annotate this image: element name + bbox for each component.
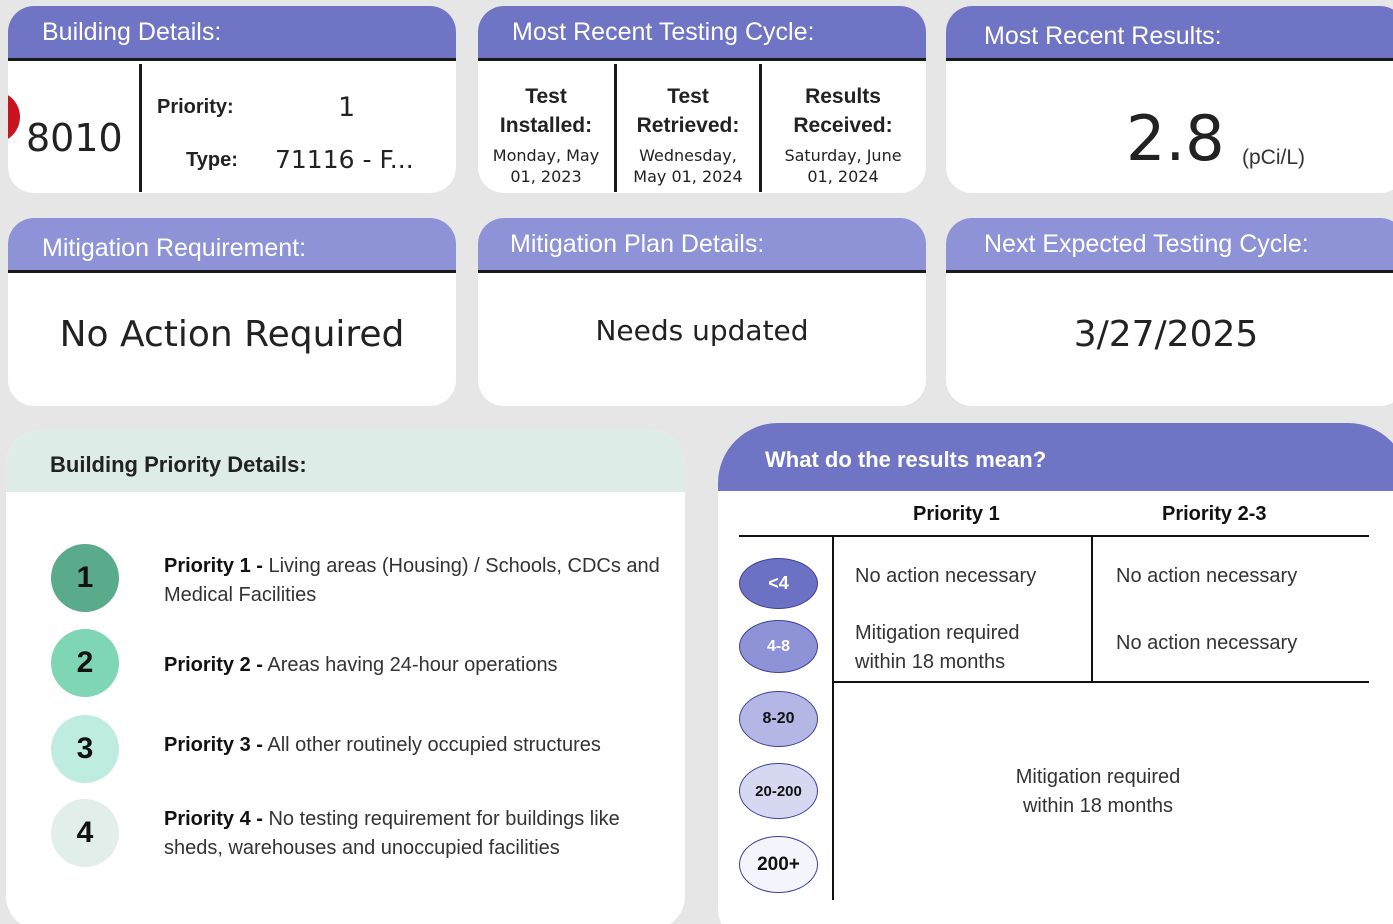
priority-4-title: Priority 4 - <box>164 808 263 830</box>
test-installed-date-line-2: 01, 2023 <box>510 167 582 186</box>
recent-results-header: Most Recent Results: <box>946 6 1393 61</box>
test-installed: Test Installed: Monday, May 01, 2023 <box>486 82 606 187</box>
range-lt4-badge: <4 <box>739 558 818 609</box>
r3-line-2: within 18 months <box>1022 795 1174 817</box>
range-8-20-label: 8-20 <box>762 710 795 727</box>
range-8-20-badge: 8-20 <box>739 691 818 747</box>
priority-2-badge: 2 <box>51 629 119 697</box>
priority-value: 1 <box>338 92 356 123</box>
range-lt4-label: <4 <box>768 573 789 593</box>
r1-priority-2-3: No action necessary <box>1116 565 1298 587</box>
priority-1-text: Priority 1 - Living areas (Housing) / Sc… <box>164 552 674 610</box>
test-installed-date: Monday, May 01, 2023 <box>486 145 606 187</box>
priority-3-desc: All other routinely occupied structures <box>267 734 601 756</box>
mitigation-requirement-card: Mitigation Requirement: No Action Requir… <box>8 218 456 406</box>
row-rule <box>833 681 1369 683</box>
r3-all-priorities: Mitigation required within 18 months <box>968 763 1228 821</box>
test-retrieved-date-line-2: May 01, 2024 <box>633 167 743 186</box>
range-20-200-badge: 20-200 <box>739 763 818 819</box>
priority-4-badge: 4 <box>51 799 119 867</box>
priority-label: Priority: <box>157 96 234 118</box>
mitigation-plan-value: Needs updated <box>595 314 809 347</box>
priority-2-text: Priority 2 - Areas having 24-hour operat… <box>164 651 674 680</box>
priority-3-badge: 3 <box>51 715 119 783</box>
r2-priority-1: Mitigation required within 18 months <box>855 619 1020 677</box>
priority-1-badge: 1 <box>51 544 119 612</box>
divider <box>139 64 142 192</box>
priority-divider <box>1091 536 1093 683</box>
results-received-label-1: Results <box>805 85 881 108</box>
range-20-200-label: 20-200 <box>755 782 802 800</box>
range-4-8-label: 4-8 <box>766 637 791 655</box>
building-details-header: Building Details: <box>8 6 456 61</box>
test-installed-label-2: Installed: <box>499 114 593 137</box>
priority-4-text: Priority 4 - No testing requirement for … <box>164 805 654 863</box>
results-received-label-2: Received: <box>793 114 893 137</box>
results-meaning-card: What do the results mean? Priority 1 Pri… <box>718 423 1393 924</box>
test-installed-date-line-1: Monday, May <box>492 146 600 165</box>
range-divider <box>832 536 834 900</box>
r3-line-1: Mitigation required <box>1015 766 1181 788</box>
mitigation-requirement-value: No Action Required <box>59 314 405 355</box>
priority-2-desc: Areas having 24-hour operations <box>267 654 558 676</box>
r2-priority-1-line-1: Mitigation required <box>855 622 1020 644</box>
type-label: Type: <box>186 149 238 171</box>
building-details-card: Building Details: 8010 Priority: 1 Type:… <box>8 6 456 193</box>
r2-priority-2-3: No action necessary <box>1116 632 1298 654</box>
next-testing-cycle-header: Next Expected Testing Cycle: <box>946 218 1393 273</box>
r1-priority-1: No action necessary <box>855 565 1037 587</box>
alert-indicator <box>8 91 20 143</box>
building-id: 8010 <box>26 116 123 160</box>
result-unit: (pCi/L) <box>1242 146 1306 169</box>
type-value: 71116 - F... <box>275 145 414 174</box>
testing-cycle-header: Most Recent Testing Cycle: <box>478 6 926 61</box>
divider <box>614 64 617 192</box>
result-value: 2.8 <box>1126 102 1225 175</box>
priority-details-header: Building Priority Details: <box>6 430 685 492</box>
results-received-date-line-1: Saturday, June <box>784 146 902 165</box>
priority-3-title: Priority 3 - <box>164 734 263 756</box>
recent-results-card: Most Recent Results: 2.8 (pCi/L) <box>946 6 1393 193</box>
next-testing-cycle-card: Next Expected Testing Cycle: 3/27/2025 <box>946 218 1393 406</box>
range-200plus-badge: 200+ <box>739 836 818 893</box>
test-retrieved: Test Retrieved: Wednesday, May 01, 2024 <box>623 82 753 187</box>
range-4-8-badge: 4-8 <box>739 620 818 673</box>
building-priority-details-card: Building Priority Details: 1 Priority 1 … <box>6 430 685 924</box>
test-retrieved-date: Wednesday, May 01, 2024 <box>623 145 753 187</box>
test-retrieved-label-1: Test <box>667 85 709 108</box>
col-priority-1: Priority 1 <box>913 503 1000 525</box>
mitigation-plan-card: Mitigation Plan Details: Needs updated <box>478 218 926 406</box>
range-200plus-label: 200+ <box>757 853 800 875</box>
mitigation-requirement-header: Mitigation Requirement: <box>8 218 456 273</box>
priority-2-title: Priority 2 - <box>164 654 263 676</box>
test-installed-label-1: Test <box>525 85 567 108</box>
divider <box>759 64 762 192</box>
testing-cycle-card: Most Recent Testing Cycle: Test Installe… <box>478 6 926 193</box>
next-testing-cycle-value: 3/27/2025 <box>1073 314 1259 355</box>
col-priority-2-3: Priority 2-3 <box>1162 503 1267 525</box>
test-retrieved-label-2: Retrieved: <box>636 114 740 137</box>
priority-1-title: Priority 1 - <box>164 555 263 577</box>
results-received-date-line-2: 01, 2024 <box>807 167 879 186</box>
r2-priority-1-line-2: within 18 months <box>855 651 1006 673</box>
mitigation-plan-header: Mitigation Plan Details: <box>478 218 926 273</box>
results-received: Results Received: Saturday, June 01, 202… <box>768 82 918 187</box>
results-meaning-header: What do the results mean? <box>718 423 1393 491</box>
test-retrieved-date-line-1: Wednesday, <box>639 146 737 165</box>
priority-3-text: Priority 3 - All other routinely occupie… <box>164 731 674 760</box>
results-received-date: Saturday, June 01, 2024 <box>768 145 918 187</box>
